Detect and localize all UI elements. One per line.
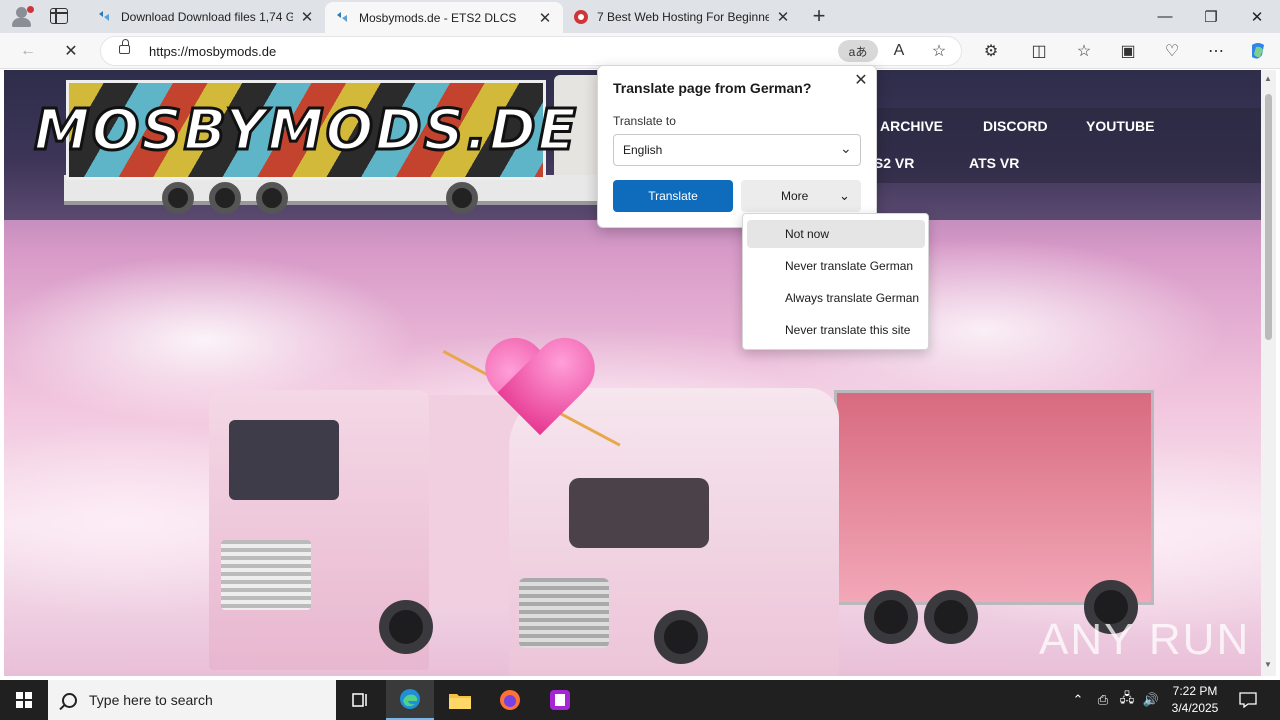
more-button[interactable]: More ⌄ (741, 180, 861, 212)
hero-trailer-right (834, 390, 1154, 605)
split-screen-icon[interactable]: ◫ (1025, 37, 1053, 65)
firefox-icon[interactable] (486, 680, 534, 720)
site-nav: ARCHIVE DISCORD YOUTUBE ETS2 VR ATS VR (852, 108, 1261, 183)
copilot-icon[interactable] (1244, 37, 1272, 65)
windows-logo-icon (16, 692, 32, 708)
more-button-label: More (781, 189, 809, 203)
page-scrollbar[interactable]: ▲ ▼ (1261, 70, 1276, 676)
back-button[interactable]: ← (14, 37, 42, 65)
site-logo[interactable]: MOSBYMODS.DE (33, 80, 578, 180)
trailer-wheel (256, 182, 288, 214)
notifications-icon[interactable] (1236, 680, 1260, 720)
read-aloud-icon[interactable]: A (885, 37, 913, 65)
tab-close-icon[interactable]: ✕ (537, 9, 553, 27)
menu-item-never-translate-site[interactable]: Never translate this site (747, 316, 925, 344)
tab-hosting[interactable]: 7 Best Web Hosting For Beginners ✕ (563, 0, 801, 33)
device-icon[interactable]: ⎙ (1093, 680, 1113, 720)
nav-discord[interactable]: DISCORD (983, 118, 1048, 134)
favorite-star-icon[interactable]: ☆ (925, 37, 953, 65)
close-icon[interactable]: ✕ (852, 72, 870, 90)
start-button[interactable] (0, 680, 48, 720)
truck-wheel (379, 600, 433, 654)
translate-to-label: Translate to (613, 114, 676, 128)
browser-toolbar: ← ✕ https://mosbymods.de aあ A ☆ ⚙ ◫ ☆ ▣ … (0, 33, 1280, 69)
tab-strip: Download Download files 1,74 GB ✕ Mosbym… (0, 0, 1280, 33)
download-site-favicon (99, 10, 109, 21)
browser-essentials-icon[interactable]: ♡ (1158, 37, 1186, 65)
tab-title: Mosbymods.de - ETS2 DLCS (359, 10, 517, 25)
truck-wheel (924, 590, 978, 644)
search-placeholder: Type here to search (89, 692, 213, 708)
app-taskbar-icon[interactable] (536, 680, 584, 720)
tab-download[interactable]: Download Download files 1,74 GB ✕ (87, 0, 325, 33)
edge-taskbar-icon[interactable] (386, 680, 434, 720)
maximize-button[interactable]: ❐ (1188, 0, 1234, 33)
tab-title: 7 Best Web Hosting For Beginners (597, 9, 769, 24)
minimize-button[interactable]: — (1142, 0, 1188, 33)
nav-ats-vr[interactable]: ATS VR (969, 155, 1019, 171)
truck-wheel (654, 610, 708, 664)
clock-date: 3/4/2025 (1171, 701, 1219, 715)
mosbymods-favicon (337, 11, 347, 22)
scrollbar-thumb[interactable] (1265, 94, 1272, 340)
close-window-button[interactable]: ✕ (1234, 0, 1280, 33)
tab-close-icon[interactable]: ✕ (775, 8, 791, 26)
translate-popup-title: Translate page from German? (613, 80, 812, 96)
chevron-down-icon: ⌄ (840, 140, 852, 156)
hosting-site-favicon (574, 9, 588, 24)
stop-loading-button[interactable]: ✕ (57, 37, 85, 65)
selected-language: English (623, 143, 663, 157)
menu-item-always-translate-german[interactable]: Always translate German (747, 284, 925, 312)
language-select[interactable]: English ⌄ (613, 134, 861, 166)
menu-item-not-now[interactable]: Not now (747, 220, 925, 248)
collections-icon[interactable]: ▣ (1114, 37, 1142, 65)
trailer-wheel (209, 182, 241, 214)
network-icon[interactable]: 🖧 (1117, 680, 1137, 720)
nav-youtube[interactable]: YOUTUBE (1086, 118, 1154, 134)
settings-more-icon[interactable]: ⋯ (1202, 37, 1230, 65)
tab-mosbymods[interactable]: Mosbymods.de - ETS2 DLCS ✕ (325, 2, 563, 33)
taskbar-search[interactable]: Type here to search (48, 680, 336, 720)
heart-icon (488, 340, 593, 445)
tab-close-icon[interactable]: ✕ (299, 8, 315, 26)
taskbar-clock[interactable]: 7:22 PM 3/4/2025 (1165, 683, 1225, 717)
url-text[interactable]: https://mosbymods.de (149, 44, 276, 59)
chevron-up-icon[interactable]: ⌃ (1068, 680, 1088, 720)
anyrun-watermark: ANY RUN (1039, 615, 1251, 664)
menu-item-never-translate-german[interactable]: Never translate German (747, 252, 925, 280)
scroll-down-icon[interactable]: ▼ (1264, 660, 1272, 669)
extensions-icon[interactable]: ⚙ (977, 37, 1005, 65)
task-view-icon[interactable] (336, 680, 384, 720)
nav-archive[interactable]: ARCHIVE (880, 118, 943, 134)
lock-icon[interactable] (119, 39, 130, 54)
tab-title: Download Download files 1,74 GB (121, 9, 293, 24)
trailer-wheel (162, 182, 194, 214)
clock-time: 7:22 PM (1172, 684, 1218, 698)
scroll-up-icon[interactable]: ▲ (1264, 74, 1272, 83)
windows-taskbar: Type here to search ⌃ ⎙ 🖧 🔊 7:22 PM 3/4/… (0, 680, 1280, 720)
volume-icon[interactable]: 🔊 (1141, 680, 1161, 720)
logo-text: MOSBYMODS.DE (33, 96, 578, 164)
trailer-wheel (446, 182, 478, 214)
translate-popup: Translate page from German? ✕ Translate … (597, 65, 877, 228)
translate-button[interactable]: Translate (613, 180, 733, 212)
new-tab-button[interactable]: + (808, 4, 830, 28)
search-icon (62, 692, 77, 708)
truck-wheel (864, 590, 918, 644)
more-options-menu: Not now Never translate German Always tr… (742, 213, 929, 350)
translate-icon[interactable]: aあ (838, 40, 878, 62)
address-bar[interactable]: https://mosbymods.de aあ A ☆ (100, 36, 962, 66)
profile-icon[interactable] (10, 6, 34, 28)
favorites-icon[interactable]: ☆ (1070, 37, 1098, 65)
file-explorer-icon[interactable] (436, 680, 484, 720)
tab-actions-icon[interactable] (50, 8, 68, 24)
chevron-down-icon: ⌄ (839, 188, 850, 203)
